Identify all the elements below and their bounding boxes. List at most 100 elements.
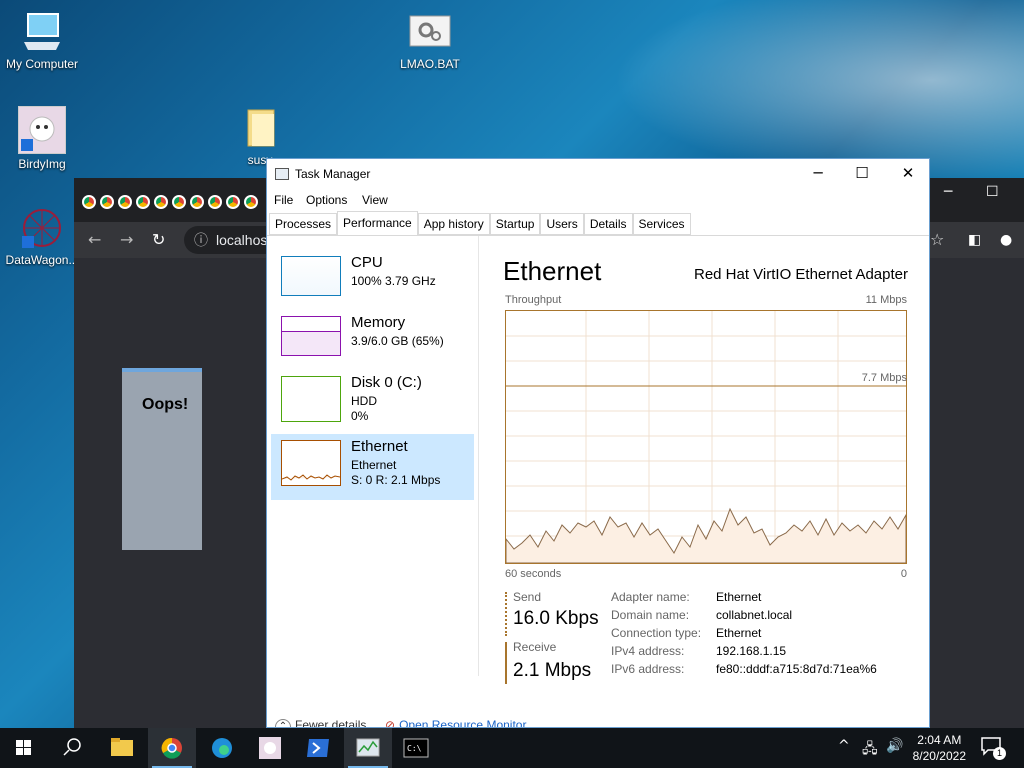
- chrome-tab-icon[interactable]: [154, 195, 168, 209]
- taskbar-powershell[interactable]: [294, 728, 342, 768]
- sidebar-item-disk[interactable]: Disk 0 (C:) HDD 0%: [271, 370, 474, 436]
- tab-processes[interactable]: Processes: [269, 213, 338, 235]
- browser-minimize-icon[interactable]: ─: [944, 184, 952, 200]
- cpu-mini-graph: [281, 256, 341, 296]
- system-clock[interactable]: 2:04 AM 8/20/2022: [913, 732, 966, 764]
- sidebar-item-cpu[interactable]: CPU 100% 3.79 GHz: [271, 250, 474, 316]
- start-button[interactable]: [0, 728, 48, 768]
- powershell-icon: [307, 739, 329, 757]
- chrome-tab-icon[interactable]: [118, 195, 132, 209]
- clock-time: 2:04 AM: [917, 733, 962, 747]
- notifications-button[interactable]: 1: [980, 736, 1008, 760]
- tab-services[interactable]: Services: [632, 213, 691, 235]
- desktop-icon-datawagon[interactable]: DataWagon...: [0, 206, 84, 267]
- resource-monitor-link[interactable]: ⊘ Open Resource Monitor: [385, 718, 527, 728]
- taskbar-task-manager[interactable]: [344, 728, 392, 768]
- tab-app-history[interactable]: App history: [417, 213, 490, 235]
- tab-startup[interactable]: Startup: [489, 213, 541, 235]
- taskbar-command-prompt[interactable]: C:\: [392, 728, 440, 768]
- prop-key: IPv6 address:: [611, 662, 685, 676]
- taskbar: C:\ ^ 🖧 🔊 2:04 AM 8/20/2022 1: [0, 728, 1024, 768]
- sidebar-item-detail: HDD: [351, 394, 377, 408]
- tab-performance[interactable]: Performance: [337, 211, 418, 235]
- taskbar-file-explorer[interactable]: [98, 728, 146, 768]
- sidebar-item-label: Memory: [351, 314, 406, 331]
- desktop-icon-lmao-bat[interactable]: LMAO.BAT: [388, 10, 472, 71]
- menu-file[interactable]: File: [274, 193, 293, 207]
- tab-users[interactable]: Users: [540, 213, 584, 235]
- taskbar-chrome[interactable]: [148, 728, 196, 768]
- receive-value: 2.1 Mbps: [513, 660, 592, 681]
- resource-monitor-icon: ⊘: [385, 718, 396, 728]
- sidebar-item-detail: Ethernet: [351, 458, 397, 472]
- side-panel-icon[interactable]: ◧: [968, 232, 981, 248]
- folder-icon: [238, 106, 282, 150]
- forward-arrow-icon[interactable]: →: [120, 230, 133, 249]
- chrome-tab-icon[interactable]: [172, 195, 186, 209]
- desktop-icon-label: My Computer: [5, 57, 79, 71]
- adapter-name: Red Hat VirtIO Ethernet Adapter: [693, 266, 908, 283]
- desktop-icon-label: BirdyImg: [18, 157, 66, 171]
- menu-options[interactable]: Options: [306, 193, 347, 207]
- volume-icon[interactable]: 🔊: [886, 738, 903, 754]
- sidebar-item-ethernet[interactable]: Ethernet Ethernet S: 0 R: 2.1 Mbps: [271, 434, 474, 500]
- prop-value: fe80::dddf:a715:8d7d:71ea%6: [716, 662, 877, 676]
- task-manager-window[interactable]: Task Manager ─ ☐ ✕ File Options View Pro…: [266, 158, 930, 728]
- sidebar-item-detail: 0%: [351, 409, 369, 423]
- prop-key: Adapter name:: [611, 590, 690, 604]
- task-manager-titlebar[interactable]: Task Manager ─ ☐ ✕: [267, 159, 929, 189]
- profile-icon[interactable]: ●: [1000, 232, 1012, 248]
- tab-details[interactable]: Details: [583, 213, 633, 235]
- sidebar-item-detail: S: 0 R: 2.1 Mbps: [351, 473, 441, 487]
- graph-mid-label: 7.7 Mbps: [861, 372, 907, 384]
- computer-icon: [20, 10, 64, 54]
- panel-divider: [478, 236, 479, 676]
- back-arrow-icon[interactable]: ←: [88, 230, 101, 249]
- chrome-tab-icon[interactable]: [100, 195, 114, 209]
- sidebar-item-label: Ethernet: [351, 438, 408, 455]
- minimize-icon[interactable]: ─: [795, 164, 841, 182]
- browser-maximize-icon[interactable]: ☐: [986, 184, 999, 200]
- send-indicator: [505, 592, 507, 636]
- sidebar-item-detail: 3.9/6.0 GB (65%): [351, 334, 444, 348]
- resource-monitor-label: Open Resource Monitor: [399, 718, 527, 728]
- chrome-tab-icon[interactable]: [190, 195, 204, 209]
- address-text: localhos: [216, 232, 268, 248]
- throughput-graph-canvas: [506, 311, 906, 563]
- chrome-tab-icon[interactable]: [136, 195, 150, 209]
- prop-key: Domain name:: [611, 608, 690, 622]
- folder-icon: [111, 738, 133, 756]
- send-label: Send: [513, 590, 542, 604]
- bookmark-star-icon[interactable]: ☆: [930, 230, 944, 249]
- desktop-icon-birdyimg[interactable]: BirdyImg: [0, 106, 84, 171]
- graph-time-right: 0: [900, 568, 907, 580]
- ethernet-mini-graph: [281, 440, 341, 486]
- chevron-up-icon[interactable]: ^: [838, 738, 850, 754]
- sidebar-item-memory[interactable]: Memory 3.9/6.0 GB (65%): [271, 310, 474, 376]
- clock-date: 8/20/2022: [912, 749, 966, 763]
- network-icon[interactable]: 🖧: [862, 738, 878, 762]
- search-icon: [63, 738, 81, 756]
- chrome-tab-icon[interactable]: [226, 195, 240, 209]
- prop-value: collabnet.local: [716, 608, 793, 622]
- taskbar-image-viewer[interactable]: [246, 728, 294, 768]
- terminal-icon: C:\: [403, 738, 429, 758]
- chrome-tab-icon[interactable]: [244, 195, 258, 209]
- maximize-icon[interactable]: ☐: [839, 164, 885, 182]
- taskbar-edge[interactable]: [198, 728, 246, 768]
- prop-value: Ethernet: [716, 626, 762, 640]
- error-dialog: Oops!: [122, 368, 202, 550]
- desktop-icon-label: DataWagon...: [5, 253, 79, 267]
- receive-indicator: [505, 642, 507, 684]
- reload-icon[interactable]: ↻: [152, 230, 165, 249]
- desktop-icon-my-computer[interactable]: My Computer: [0, 10, 84, 71]
- chrome-tab-icon[interactable]: [82, 195, 96, 209]
- error-heading: Oops!: [142, 396, 189, 413]
- menu-view[interactable]: View: [362, 193, 388, 207]
- search-button[interactable]: [48, 728, 96, 768]
- chrome-tab-icon[interactable]: [208, 195, 222, 209]
- windows-logo-icon: [16, 740, 31, 755]
- image-shortcut-icon: [18, 106, 66, 154]
- fewer-details-button[interactable]: ⌃ Fewer details: [275, 718, 366, 727]
- close-icon[interactable]: ✕: [885, 164, 929, 182]
